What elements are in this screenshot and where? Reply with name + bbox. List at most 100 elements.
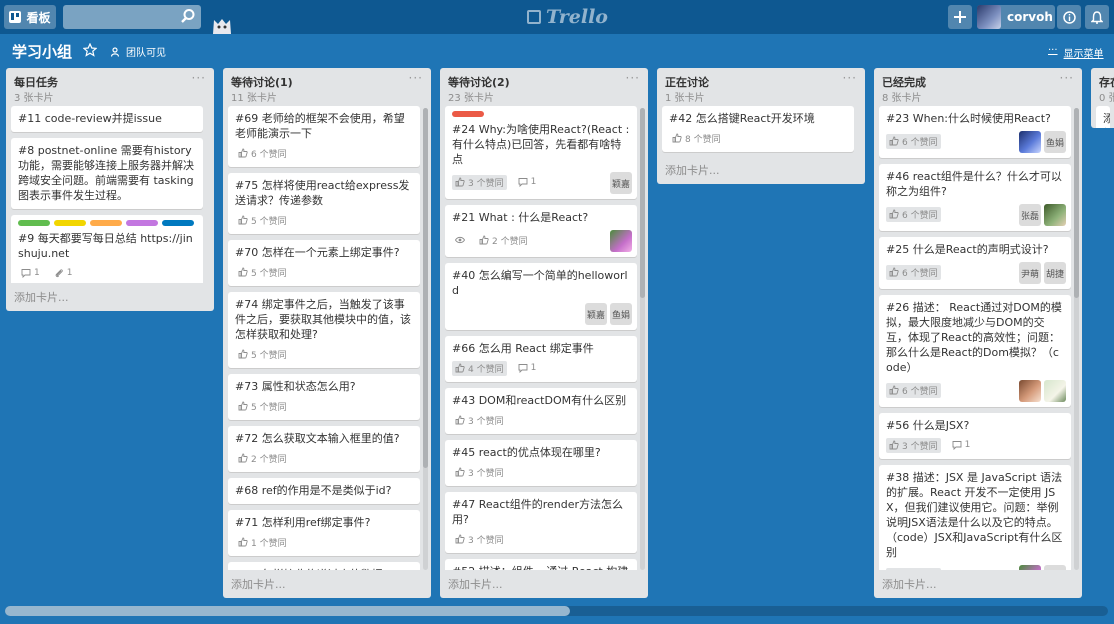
info-button[interactable] [1057,5,1081,29]
card[interactable]: #68 ref的作用是不是类似于id? [228,478,420,504]
list-name[interactable]: 等待讨论(2) [448,74,510,90]
card-title: #66 怎么用 React 绑定事件 [452,342,594,355]
votes-badge: 8 个赞同 [669,131,724,146]
card[interactable]: #23 When:什么时候使用React? 6 个赞同 鱼娟 [879,106,1071,158]
member-avatar[interactable] [1044,380,1066,402]
votes-badge: 6 个赞同 [886,133,941,149]
card[interactable]: #47 React组件的render方法怎么用? 3 个赞同 [445,492,637,553]
horizontal-scrollbar[interactable] [5,606,1108,616]
card[interactable]: #26 描述： React通过对DOM的模拟，最大限度地减少与DOM的交互，体现… [879,295,1071,407]
list-header[interactable]: 等待讨论(2) 23 张卡片 ··· [440,68,648,104]
add-card-button[interactable]: 添加卡片... [882,576,937,592]
list-menu-icon[interactable]: ··· [1060,71,1074,85]
list-menu-icon[interactable]: ··· [409,71,423,85]
list-scrollbar[interactable] [423,108,428,570]
member-initials[interactable]: 颖嘉 [610,172,632,194]
card[interactable]: #72 怎么获取文本输入框里的值? 2 个赞同 [228,426,420,472]
member-avatar[interactable] [1019,565,1041,570]
member-avatar[interactable] [1019,131,1041,153]
card[interactable]: #40 怎么编写一个简单的helloworld 颖嘉 鱼娟 [445,263,637,330]
list-header[interactable]: 存在 0 张 [1091,68,1114,104]
thumbs-up-icon [455,415,465,425]
card[interactable]: #45 react的优点体现在哪里? 3 个赞同 [445,440,637,486]
votes-badge: 2 个赞同 [476,233,531,248]
card-members: 金桥 [1019,565,1066,570]
card[interactable]: 添加 [1096,106,1110,128]
card[interactable]: #74 绑定事件之后，当触发了该事件之后，要获取其他模块中的值，该怎样获取和处理… [228,292,420,368]
member-initials[interactable]: 胡捷 [1044,262,1066,284]
card-members: 颖嘉 [610,172,632,194]
add-card-button[interactable]: 添加卡片... [14,289,69,305]
card[interactable]: #69 老师给的框架不会使用，希望老师能演示一下 6 个赞同 [228,106,420,167]
card[interactable]: #8 postnet-online 需要有history功能，需要能够连接上服务… [11,138,203,209]
list-name[interactable]: 存在 [1099,74,1114,90]
list-menu-icon[interactable]: ··· [626,71,640,85]
board-title[interactable]: 学习小组 [12,41,72,62]
card[interactable]: #9 每天都要写每日总结 https://jinshuju.net 1 1 [11,215,203,283]
card[interactable]: #42 怎么搭键React开发环境 8 个赞同 [662,106,854,152]
votes-badge: 6 个赞同 [886,382,941,398]
member-avatar[interactable] [1044,204,1066,226]
card[interactable]: #75 怎样将使用react给express发送请求？传递参数 5 个赞同 [228,173,420,234]
star-icon[interactable] [83,43,97,57]
list-name[interactable]: 正在讨论 [665,74,709,90]
card[interactable]: #73 属性和状态怎么用? 5 个赞同 [228,374,420,420]
member-avatar[interactable] [1019,380,1041,402]
card[interactable]: #66 怎么用 React 绑定事件 4 个赞同 1 [445,336,637,382]
card[interactable]: #70 怎样在一个元素上绑定事件? 5 个赞同 [228,240,420,286]
boards-button[interactable]: 看板 [4,5,56,29]
add-card-button[interactable]: 添加卡片... [665,162,720,178]
list-scrollbar-thumb[interactable] [423,108,428,468]
list-header[interactable]: 正在讨论 1 张卡片 ··· [657,68,865,104]
card-label [90,220,122,226]
show-menu-button[interactable]: ··· 显示菜单 [1048,45,1104,60]
card[interactable]: #11 code-review并提issue [11,106,203,132]
notifications-button[interactable] [1085,5,1109,29]
list-name[interactable]: 已经完成 [882,74,926,90]
card-labels [452,111,630,117]
card[interactable]: #25 什么是React的声明式设计? 6 个赞同 尹萌 胡捷 [879,237,1071,289]
member-initials[interactable]: 鱼娟 [1044,131,1066,153]
card[interactable]: #24 Why:为啥使用React?(React :有什么特点)已回答，先看都有… [445,106,637,199]
list-scrollbar-thumb[interactable] [640,108,645,298]
horizontal-scrollbar-thumb[interactable] [5,606,570,616]
card[interactable]: #52 描述：组件 – 通过 React 构建组件，使得代码更加容易得到复用，能… [445,559,637,570]
add-button[interactable] [948,5,972,29]
search-icon[interactable] [180,8,196,24]
card[interactable]: #38 描述：JSX 是 JavaScript 语法的扩展。React 开发不一… [879,465,1071,570]
card[interactable]: #21 What : 什么是React? 2 个赞同 [445,205,637,257]
list-scrollbar[interactable] [640,108,645,570]
card-badges: 1 个赞同 [235,534,413,550]
member-initials[interactable]: 颖嘉 [585,303,607,325]
add-card-button[interactable]: 添加卡片... [231,576,286,592]
list-header[interactable]: 已经完成 8 张卡片 ··· [874,68,1082,104]
member-initials[interactable]: 张磊 [1019,204,1041,226]
trello-logo[interactable]: Trello [527,6,608,28]
list-name[interactable]: 每日任务 [14,74,58,90]
card[interactable]: #43 DOM和reactDOM有什么区别 3 个赞同 [445,388,637,434]
list-header[interactable]: 每日任务 3 张卡片 ··· [6,68,214,104]
list-name[interactable]: 等待讨论(1) [231,74,293,90]
boards-label: 看板 [26,10,51,25]
card-badges: 2 个赞同 [235,450,413,466]
more-icon: ··· [1048,45,1058,56]
votes-badge: 5 个赞同 [235,347,290,362]
list-scrollbar-thumb[interactable] [1074,108,1079,298]
list-menu-icon[interactable]: ··· [192,71,206,85]
member-initials[interactable]: 尹萌 [1019,262,1041,284]
card[interactable]: #46 react组件是什么？什么才可以称之为组件? 6 个赞同 张磊 [879,164,1071,231]
member-initials[interactable]: 金桥 [1044,565,1066,570]
card[interactable]: #71 怎样利用ref绑定事件? 1 个赞同 [228,510,420,556]
visibility-button[interactable]: 团队可见 [111,44,166,59]
search-input[interactable] [63,5,201,29]
member-avatar[interactable] [610,230,632,252]
list-header[interactable]: 等待讨论(1) 11 张卡片 ··· [223,68,431,104]
card[interactable]: #56 什么是JSX? 3 个赞同 1 [879,413,1071,459]
user-menu-button[interactable]: corvoh [977,5,1055,29]
list-menu-icon[interactable]: ··· [843,71,857,85]
list-scrollbar[interactable] [1074,108,1079,570]
card[interactable]: #76 怎样接收传递过来的数据? [228,562,420,570]
member-initials[interactable]: 鱼娟 [610,303,632,325]
top-bar: 看板 Trello corvoh [0,0,1114,34]
add-card-button[interactable]: 添加卡片... [448,576,503,592]
